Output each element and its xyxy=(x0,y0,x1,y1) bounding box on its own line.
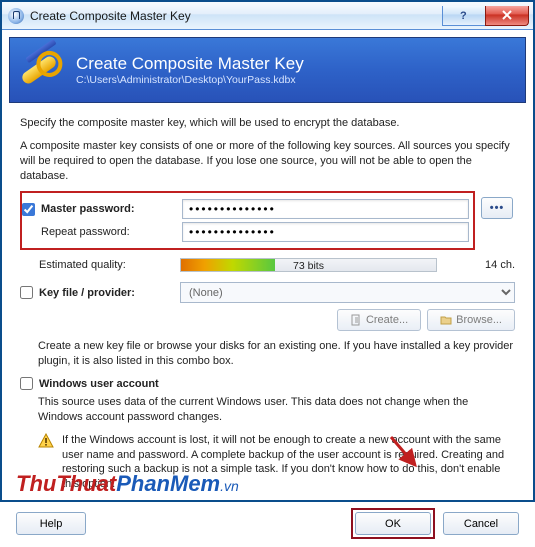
intro-line2: A composite master key consists of one o… xyxy=(20,139,515,184)
close-window-button[interactable] xyxy=(485,6,529,26)
keyfile-help: Create a new key file or browse your dis… xyxy=(20,339,515,369)
banner-path: C:\Users\Administrator\Desktop\YourPass.… xyxy=(76,74,304,86)
master-password-checkbox[interactable] xyxy=(22,203,35,216)
cancel-button[interactable]: Cancel xyxy=(443,512,519,535)
watermark: ThuThuatPhanMem.vn xyxy=(16,471,239,497)
ok-button[interactable]: OK xyxy=(355,512,431,535)
quality-bits: 73 bits xyxy=(181,259,436,273)
warning-icon xyxy=(38,433,54,449)
password-highlight-box: Master password: Repeat password: xyxy=(20,191,475,250)
banner-heading: Create Composite Master Key xyxy=(76,54,304,74)
create-keyfile-button[interactable]: Create... xyxy=(337,309,421,331)
quality-label: Estimated quality: xyxy=(39,259,126,271)
ok-highlight-box: OK xyxy=(351,508,435,539)
windows-account-help: This source uses data of the current Win… xyxy=(20,395,515,425)
intro-line1: Specify the composite master key, which … xyxy=(20,116,515,131)
folder-icon xyxy=(440,314,452,326)
new-file-icon xyxy=(350,314,362,326)
repeat-password-label: Repeat password: xyxy=(41,226,130,238)
quality-bar: 73 bits xyxy=(180,258,437,272)
master-password-input[interactable] xyxy=(182,199,469,219)
windows-account-checkbox[interactable] xyxy=(20,377,33,390)
svg-text:?: ? xyxy=(460,10,467,21)
keyfile-label: Key file / provider: xyxy=(39,287,135,299)
window-title: Create Composite Master Key xyxy=(30,9,191,23)
master-password-label: Master password: xyxy=(41,203,135,215)
help-button[interactable]: Help xyxy=(16,512,86,535)
banner: Create Composite Master Key C:\Users\Adm… xyxy=(9,37,526,103)
quality-chars: 14 ch. xyxy=(437,259,515,271)
help-window-button[interactable]: ? xyxy=(442,6,486,26)
reveal-password-button[interactable]: ••• xyxy=(481,197,513,219)
keyfile-select[interactable]: (None) xyxy=(180,282,515,303)
windows-account-label: Windows user account xyxy=(39,378,159,390)
titlebar: Create Composite Master Key ? xyxy=(2,2,533,30)
keyfile-checkbox[interactable] xyxy=(20,286,33,299)
repeat-password-input[interactable] xyxy=(182,222,469,242)
app-lock-icon xyxy=(8,8,24,24)
key-pencil-icon xyxy=(18,46,66,94)
browse-keyfile-button[interactable]: Browse... xyxy=(427,309,515,331)
